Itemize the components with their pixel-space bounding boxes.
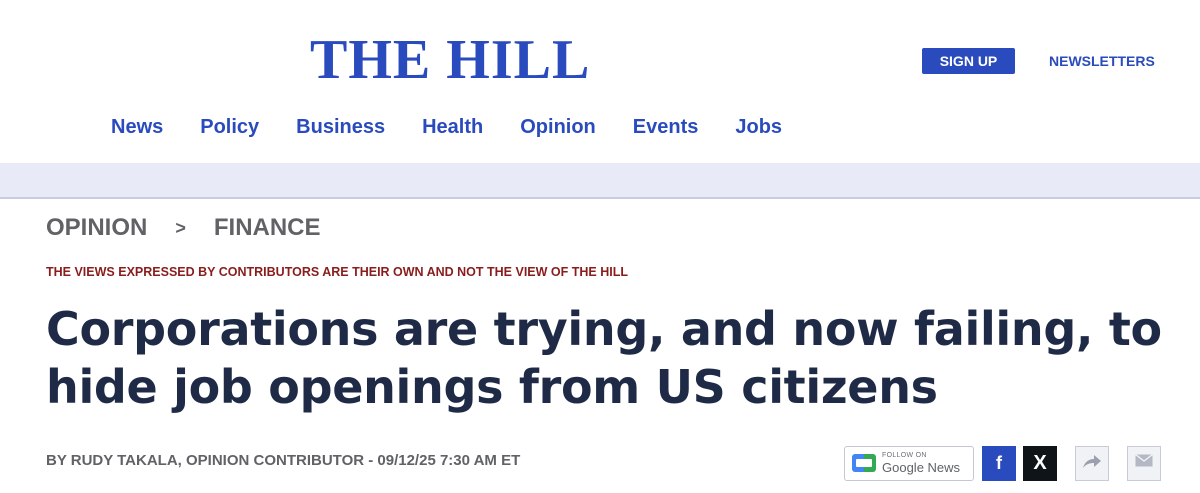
facebook-share-button[interactable]: f xyxy=(982,445,1016,481)
google-news-text: FOLLOW ON Google News xyxy=(882,452,960,475)
breadcrumb: OPINION > FINANCE xyxy=(46,213,321,243)
nav-item-jobs[interactable]: Jobs xyxy=(735,113,782,141)
breadcrumb-finance[interactable]: FINANCE xyxy=(214,213,321,243)
google-news-follow-label: FOLLOW ON xyxy=(882,451,927,459)
x-share-button[interactable]: X xyxy=(1023,445,1057,481)
google-news-label: Google News xyxy=(882,459,961,475)
share-arrow-icon xyxy=(1082,452,1102,475)
envelope-icon xyxy=(1135,453,1153,472)
main-nav: News Policy Business Health Opinion Even… xyxy=(111,113,782,141)
share-button[interactable] xyxy=(1075,445,1109,481)
share-bar: FOLLOW ON Google News f X xyxy=(844,445,1161,481)
nav-item-opinion[interactable]: Opinion xyxy=(520,113,596,141)
nav-item-news[interactable]: News xyxy=(111,113,163,141)
email-share-button[interactable] xyxy=(1127,445,1161,481)
breadcrumb-opinion[interactable]: OPINION xyxy=(46,213,147,243)
nav-item-health[interactable]: Health xyxy=(422,113,483,141)
google-news-follow-button[interactable]: FOLLOW ON Google News xyxy=(844,445,974,481)
masthead: THE HILL SIGN UP NEWSLETTERS News Policy… xyxy=(0,0,1200,163)
nav-item-policy[interactable]: Policy xyxy=(200,113,259,141)
sign-up-button[interactable]: SIGN UP xyxy=(922,48,1015,74)
x-icon: X xyxy=(1033,451,1047,474)
google-news-icon xyxy=(852,454,876,472)
breadcrumb-separator: > xyxy=(175,218,186,238)
ad-banner-strip xyxy=(0,163,1200,199)
nav-item-business[interactable]: Business xyxy=(296,113,385,141)
article-headline: Corporations are trying, and now failing… xyxy=(46,302,1162,414)
newsletters-link[interactable]: NEWSLETTERS xyxy=(1049,52,1155,70)
opinion-disclaimer: THE VIEWS EXPRESSED BY CONTRIBUTORS ARE … xyxy=(46,265,628,279)
article-byline: BY RUDY TAKALA, OPINION CONTRIBUTOR - 09… xyxy=(46,452,521,469)
nav-item-events[interactable]: Events xyxy=(633,113,699,141)
facebook-icon: f xyxy=(996,452,1002,473)
site-logo[interactable]: THE HILL xyxy=(310,28,590,92)
